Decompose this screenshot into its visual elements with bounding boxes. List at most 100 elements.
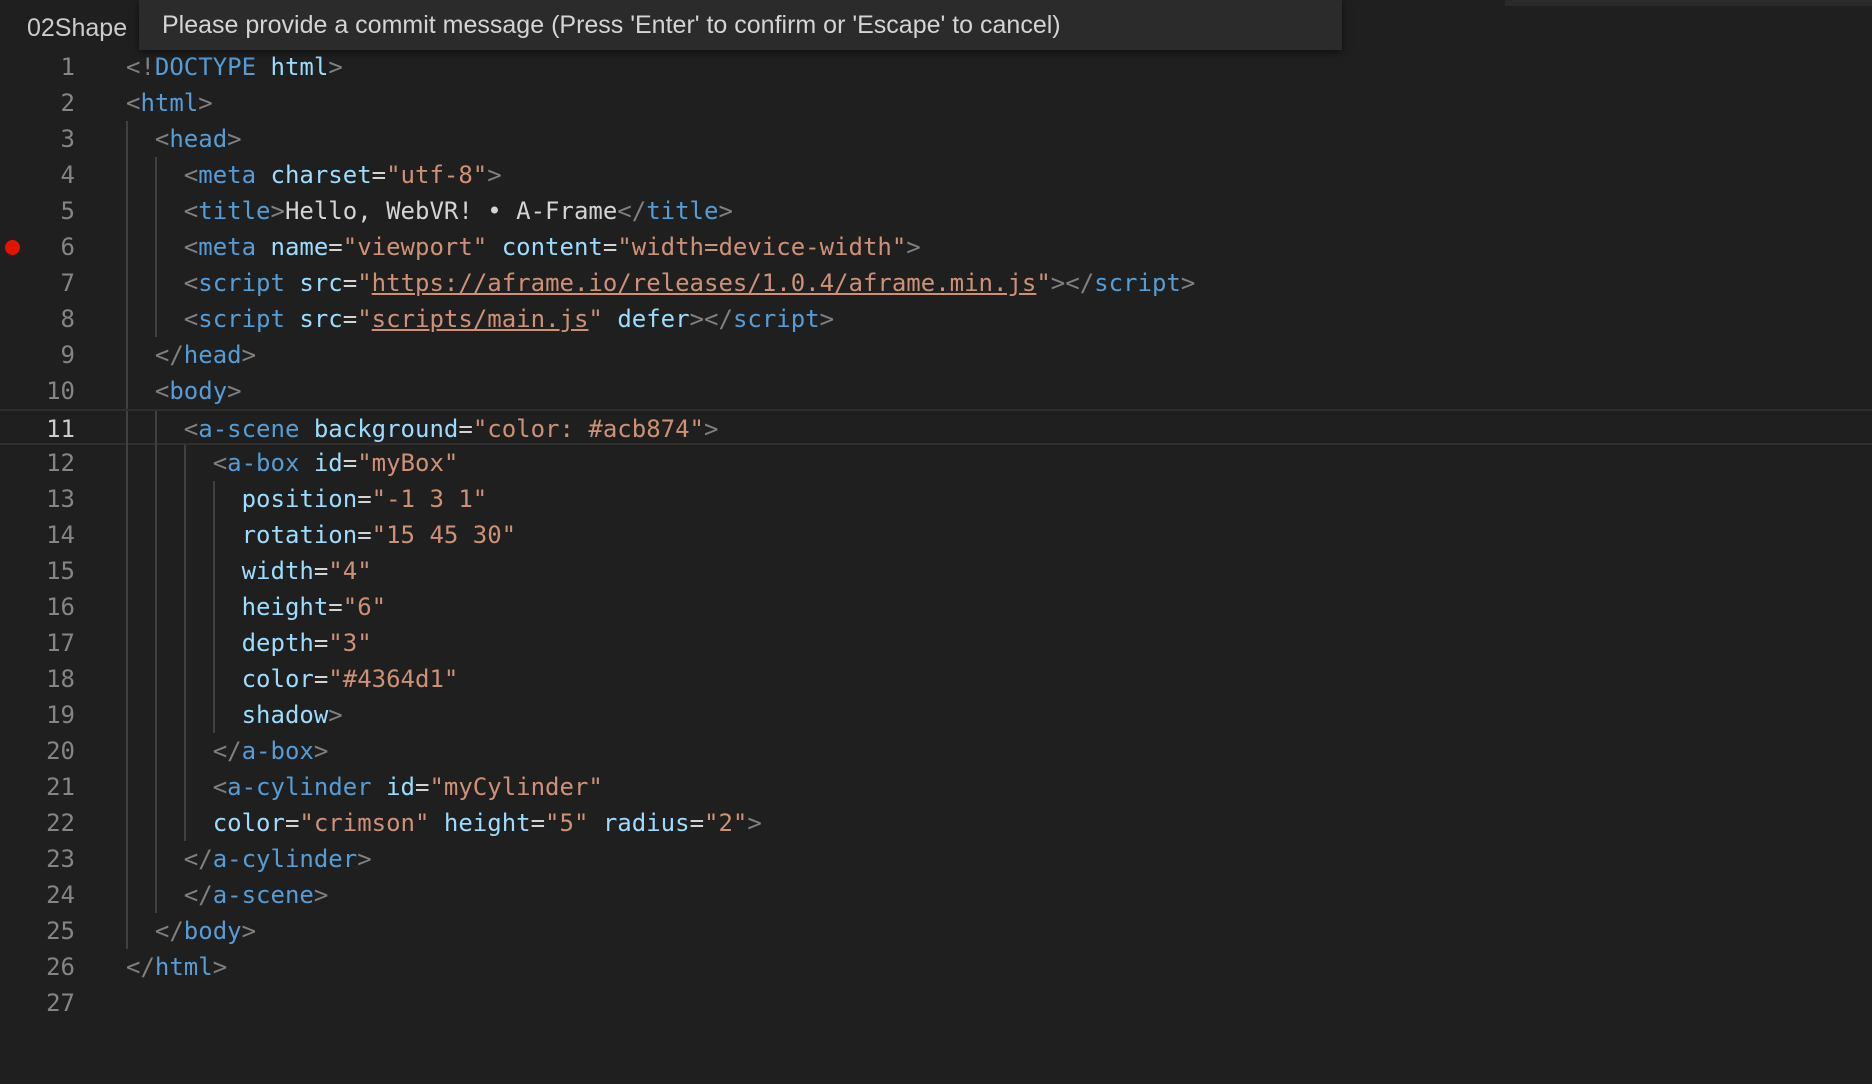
code-line[interactable]: 16 height="6" [0,589,1872,625]
line-number[interactable]: 22 [0,805,75,841]
code-line[interactable]: 17 depth="3" [0,625,1872,661]
code-line[interactable]: 2 <html> [0,85,1872,121]
line-number[interactable]: 7 [0,265,75,301]
code-token: shadow [241,701,329,729]
line-number[interactable]: 25 [0,913,75,949]
code-token: > [718,197,733,225]
code-line[interactable]: 3 <head> [0,121,1872,157]
code-token: < [212,773,228,801]
line-number[interactable]: 16 [0,589,75,625]
code-line[interactable]: 6 <meta name="viewport" content="width=de… [0,229,1872,265]
code-content: </a-box> [213,733,329,769]
code-line[interactable]: 27 [0,985,1872,1021]
code-token: </ [212,737,242,765]
code-token: radius [602,809,690,837]
code-token: > [328,53,343,81]
line-number[interactable]: 14 [0,517,75,553]
code-line[interactable]: 5 <title>Hello, WebVR! • A-Frame</title> [0,193,1872,229]
code-token: a-box [227,449,300,477]
line-number[interactable]: 23 [0,841,75,877]
code-token: "3" [328,629,372,657]
code-line[interactable]: 19 shadow> [0,697,1872,733]
line-number[interactable]: 11 [0,411,75,447]
line-number[interactable]: 15 [0,553,75,589]
code-line[interactable]: 12 <a-box id="myBox" [0,445,1872,481]
line-number[interactable]: 17 [0,625,75,661]
line-number[interactable]: 27 [0,985,75,1021]
code-token: rotation [241,521,358,549]
indent-guide [184,517,186,553]
code-line[interactable]: 1 <!DOCTYPE html> [0,49,1872,85]
line-number[interactable]: 13 [0,481,75,517]
code-token: = [415,773,430,801]
code-token: src [299,269,343,297]
code-token: body [183,917,242,945]
code-link[interactable]: scripts/main.js [372,305,589,333]
line-number[interactable]: 21 [0,769,75,805]
code-token: id [386,773,415,801]
code-line[interactable]: 9 </head> [0,337,1872,373]
code-content: <meta charset="utf-8"> [184,157,502,193]
line-number[interactable]: 26 [0,949,75,985]
code-line[interactable]: 21 <a-cylinder id="myCylinder" [0,769,1872,805]
code-content: shadow> [242,697,343,733]
code-line[interactable]: 14 rotation="15 45 30" [0,517,1872,553]
line-number[interactable]: 3 [0,121,75,157]
code-token: = [313,557,329,585]
indent-guide [155,157,157,193]
code-token: height [241,593,329,621]
code-line[interactable]: 18 color="#4364d1" [0,661,1872,697]
line-number[interactable]: 12 [0,445,75,481]
code-token: position [241,485,358,513]
commit-prompt-text: Please provide a commit message (Press '… [162,10,1061,39]
code-line[interactable]: 25 </body> [0,913,1872,949]
breakpoint-icon[interactable] [5,240,20,255]
code-line[interactable]: 20 </a-box> [0,733,1872,769]
line-number[interactable]: 19 [0,697,75,733]
line-number[interactable]: 4 [0,157,75,193]
code-line[interactable]: 23 </a-cylinder> [0,841,1872,877]
code-line[interactable]: 26 </html> [0,949,1872,985]
code-token: > [198,89,213,117]
line-number[interactable]: 1 [0,49,75,85]
code-token: = [530,809,546,837]
line-number[interactable]: 2 [0,85,75,121]
code-line[interactable]: 7 <script src="https://aframe.io/releases… [0,265,1872,301]
indent-guide [126,913,128,949]
commit-message-input[interactable]: Please provide a commit message (Press '… [139,0,1342,50]
code-line[interactable]: 8 <script src="scripts/main.js" defer></s… [0,301,1872,337]
code-token: defer [617,305,690,333]
indent-guide [126,193,128,229]
line-number[interactable]: 24 [0,877,75,913]
code-token: > [747,809,762,837]
code-token: </ [126,953,155,981]
code-line[interactable]: 24 </a-scene> [0,877,1872,913]
code-line[interactable]: 13 position="-1 3 1" [0,481,1872,517]
code-link[interactable]: https://aframe.io/releases/1.0.4/aframe.… [372,269,1037,297]
line-number[interactable]: 18 [0,661,75,697]
line-number[interactable]: 20 [0,733,75,769]
code-token: > [313,881,329,909]
code-token: title [198,197,271,225]
line-number[interactable]: 10 [0,373,75,409]
code-editor[interactable]: 1 <!DOCTYPE html> 2 <html> 3 <head> 4 <meta cha… [0,49,1872,1021]
line-number[interactable]: 8 [0,301,75,337]
code-token: html [154,953,213,981]
code-line[interactable]: 4 <meta charset="utf-8"> [0,157,1872,193]
code-line[interactable]: 22 color="crimson" height="5" radius="2"> [0,805,1872,841]
code-line[interactable]: 11 <a-scene background="color: #acb874"> [0,409,1872,447]
line-number[interactable]: 9 [0,337,75,373]
breadcrumb[interactable]: 02Shape [27,14,127,43]
code-token: "crimson" [299,809,430,837]
code-token: meta [198,233,257,261]
indent-guide [213,697,215,733]
code-line[interactable]: 10 <body> [0,373,1872,409]
code-content: </head> [155,337,256,373]
code-token: < [183,415,199,443]
code-token: > [313,737,329,765]
code-token: " [357,269,372,297]
code-content: <head> [155,121,242,157]
line-number[interactable]: 5 [0,193,75,229]
code-line[interactable]: 15 width="4" [0,553,1872,589]
